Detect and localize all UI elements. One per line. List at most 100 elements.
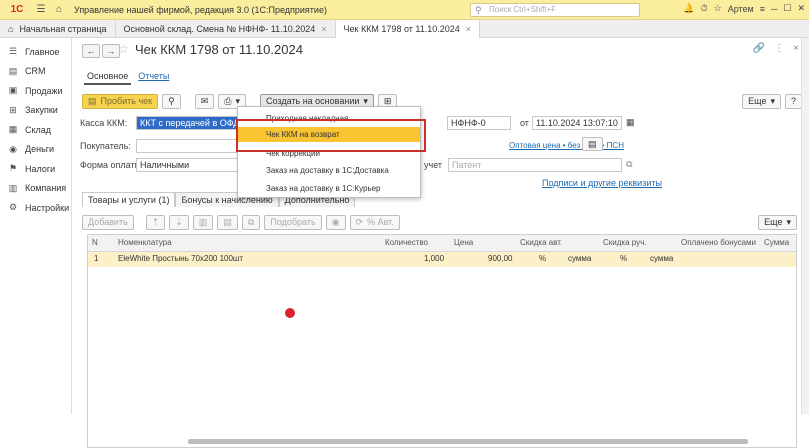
tab-check[interactable]: Чек ККМ 1798 от 11.10.2024 × (335, 20, 481, 38)
goods-table: N Номенклатура Количество Цена Скидка ав… (87, 234, 797, 448)
star-icon[interactable]: ☆ (714, 3, 722, 14)
close-icon[interactable]: × (793, 43, 799, 54)
history-icon[interactable]: ⏱ (701, 3, 708, 14)
sidebar-item-sales[interactable]: ▣ Продажи (0, 81, 71, 101)
signatures-link[interactable]: Подписи и другие реквизиты (542, 178, 662, 188)
more-button[interactable]: Еще ▾ (742, 93, 781, 109)
calendar-icon[interactable]: ▦ (626, 117, 635, 128)
back-button[interactable]: ← (82, 44, 100, 58)
horizontal-scrollbar[interactable] (188, 439, 748, 444)
tab-home[interactable]: ⌂ Начальная страница (0, 20, 116, 38)
tab-shift[interactable]: Основной склад. Смена № НФНФ- 11.10.2024… (116, 20, 336, 38)
patent-field[interactable]: Патент (448, 158, 622, 172)
printer-icon: ⎙ (224, 95, 232, 106)
favorite-star-icon[interactable]: ☆ (118, 42, 129, 56)
sidebar-item-money[interactable]: ◉ Деньги (0, 140, 71, 160)
menu-item-delivery[interactable]: Заказ на доставку в 1С:Доставка (238, 163, 420, 178)
maximize-icon[interactable]: ☐ (783, 3, 791, 14)
payment-field[interactable]: Наличными (136, 158, 244, 172)
minimize-icon[interactable]: ─ (771, 4, 777, 14)
tab-label: Начальная страница (19, 24, 107, 34)
col-n[interactable]: N (92, 238, 98, 247)
row-n: 1 (94, 254, 99, 263)
col-bonuses[interactable]: Оплачено бонусами (681, 238, 756, 247)
more-vert-icon[interactable]: ⋮ (774, 43, 784, 54)
table-row[interactable]: 1 EleWhite Простынь 70x200 100шт 1,000 9… (88, 252, 796, 267)
vertical-scrollbar[interactable] (801, 38, 809, 414)
auto-discount-button[interactable]: ⟳ % Авт. (349, 214, 400, 230)
document-icon: ▤ (223, 216, 232, 227)
menu-item-courier[interactable]: Заказ на доставку в 1С:Курьер (238, 181, 420, 196)
row-price[interactable]: 900,00 (488, 254, 512, 263)
price-type-link[interactable]: Оптовая цена • без НДС • ПСН (509, 141, 624, 150)
print-check-button[interactable]: ▤ Пробить чек (82, 93, 159, 109)
sidebar-item-taxes[interactable]: ⚑ Налоги (0, 159, 71, 179)
col-manual-discount[interactable]: Скидка руч. (603, 238, 647, 247)
col-name[interactable]: Номенклатура (118, 238, 172, 247)
tab-label: Основной склад. Смена № НФНФ- 11.10.2024 (123, 24, 316, 34)
copy-button[interactable]: ⧉ (241, 214, 261, 230)
add-button[interactable]: Добавить (82, 214, 134, 230)
row-auto-pct[interactable]: % (539, 254, 546, 263)
buyer-field[interactable] (136, 139, 244, 153)
move-up-button[interactable]: ⇡ (145, 214, 166, 230)
create-based-label: Создать на основании (266, 96, 360, 106)
kassa-field[interactable]: ККТ с передачей в ОФД (136, 116, 244, 130)
row-man-pct[interactable]: % (620, 254, 627, 263)
col-sum[interactable]: Сумма (764, 238, 789, 247)
bell-icon[interactable]: 🔔 (683, 3, 694, 14)
warehouse-icon: ▦ (8, 124, 18, 135)
more-label: Еще (748, 96, 767, 106)
crm-icon: ▤ (8, 65, 18, 76)
user-name[interactable]: Артем (728, 4, 754, 14)
sidebar-item-purchases[interactable]: ⊞ Закупки (0, 101, 71, 121)
col-auto-discount[interactable]: Скидка авт. (520, 238, 562, 247)
home-icon[interactable]: ⌂ (52, 3, 66, 17)
settings-icon[interactable]: ≡ (760, 4, 765, 14)
close-tab-icon[interactable]: × (321, 24, 326, 34)
highlight-box (236, 119, 426, 152)
tab-reports[interactable]: Отчеты (135, 69, 172, 85)
pick-button[interactable]: Подобрать (264, 214, 322, 230)
link-icon[interactable]: 🔗 (753, 43, 765, 54)
number-field[interactable]: НФНФ-0 (447, 116, 511, 130)
tab-main[interactable]: Основное (84, 69, 132, 85)
sidebar-item-settings[interactable]: ⚙ Настройки (0, 198, 71, 218)
row-auto-sum[interactable]: сумма (568, 254, 591, 263)
table-header: N Номенклатура Количество Цена Скидка ав… (88, 235, 796, 252)
page-title: Чек ККМ 1798 от 11.10.2024 (135, 42, 303, 57)
sidebar-item-company[interactable]: ▥ Компания (0, 179, 71, 199)
table-more-button[interactable]: Еще ▾ (758, 214, 797, 230)
sidebar-item-warehouse[interactable]: ▦ Склад (0, 120, 71, 140)
row-man-sum[interactable]: сумма (650, 254, 673, 263)
close-tab-icon[interactable]: × (466, 24, 471, 34)
home-tab-icon: ⌂ (8, 24, 14, 34)
chevron-down-icon: ▾ (786, 216, 791, 227)
row-name[interactable]: EleWhite Простынь 70x200 100шт (118, 254, 243, 263)
col-price[interactable]: Цена (454, 238, 473, 247)
structure-icon: ⊞ (383, 95, 392, 106)
tab-goods[interactable]: Товары и услуги (1) (82, 192, 176, 207)
doc-button[interactable]: ▤ (217, 214, 238, 230)
row-qty[interactable]: 1,000 (424, 254, 444, 263)
document-toolbar: ▤ Пробить чек ⚲ ✉ ⎙ ▾ Создать на основани… (82, 93, 802, 109)
barcode-button[interactable]: ▥ (192, 214, 214, 230)
buyer-label: Покупатель: (80, 141, 131, 151)
taxes-icon: ⚑ (8, 163, 18, 174)
title-right-controls: 🔔 ⏱ ☆ Артем ≡ ─ ☐ ✕ (683, 3, 805, 14)
search-doc-button[interactable]: ⚲ (162, 93, 181, 109)
search-input[interactable]: ⚲ Поиск Ctrl+Shift+F (470, 3, 640, 17)
date-field[interactable]: 11.10.2024 13:07:10 (532, 116, 622, 130)
company-icon: ▥ (8, 182, 18, 193)
open-icon[interactable]: ⧉ (626, 159, 632, 170)
sidebar-item-crm[interactable]: ▤ CRM (0, 62, 71, 82)
sidebar-item-main[interactable]: ☰ Главное (0, 42, 71, 62)
eye-button[interactable]: ◉ (325, 214, 346, 230)
help-button[interactable]: ? (784, 93, 802, 109)
move-down-button[interactable]: ⇣ (169, 214, 189, 230)
menu-icon[interactable]: ☰ (34, 3, 48, 17)
price-settings-button[interactable]: ▤ (582, 137, 603, 151)
col-qty[interactable]: Количество (385, 238, 428, 247)
close-icon[interactable]: ✕ (797, 3, 805, 14)
email-button[interactable]: ✉ (194, 93, 215, 109)
